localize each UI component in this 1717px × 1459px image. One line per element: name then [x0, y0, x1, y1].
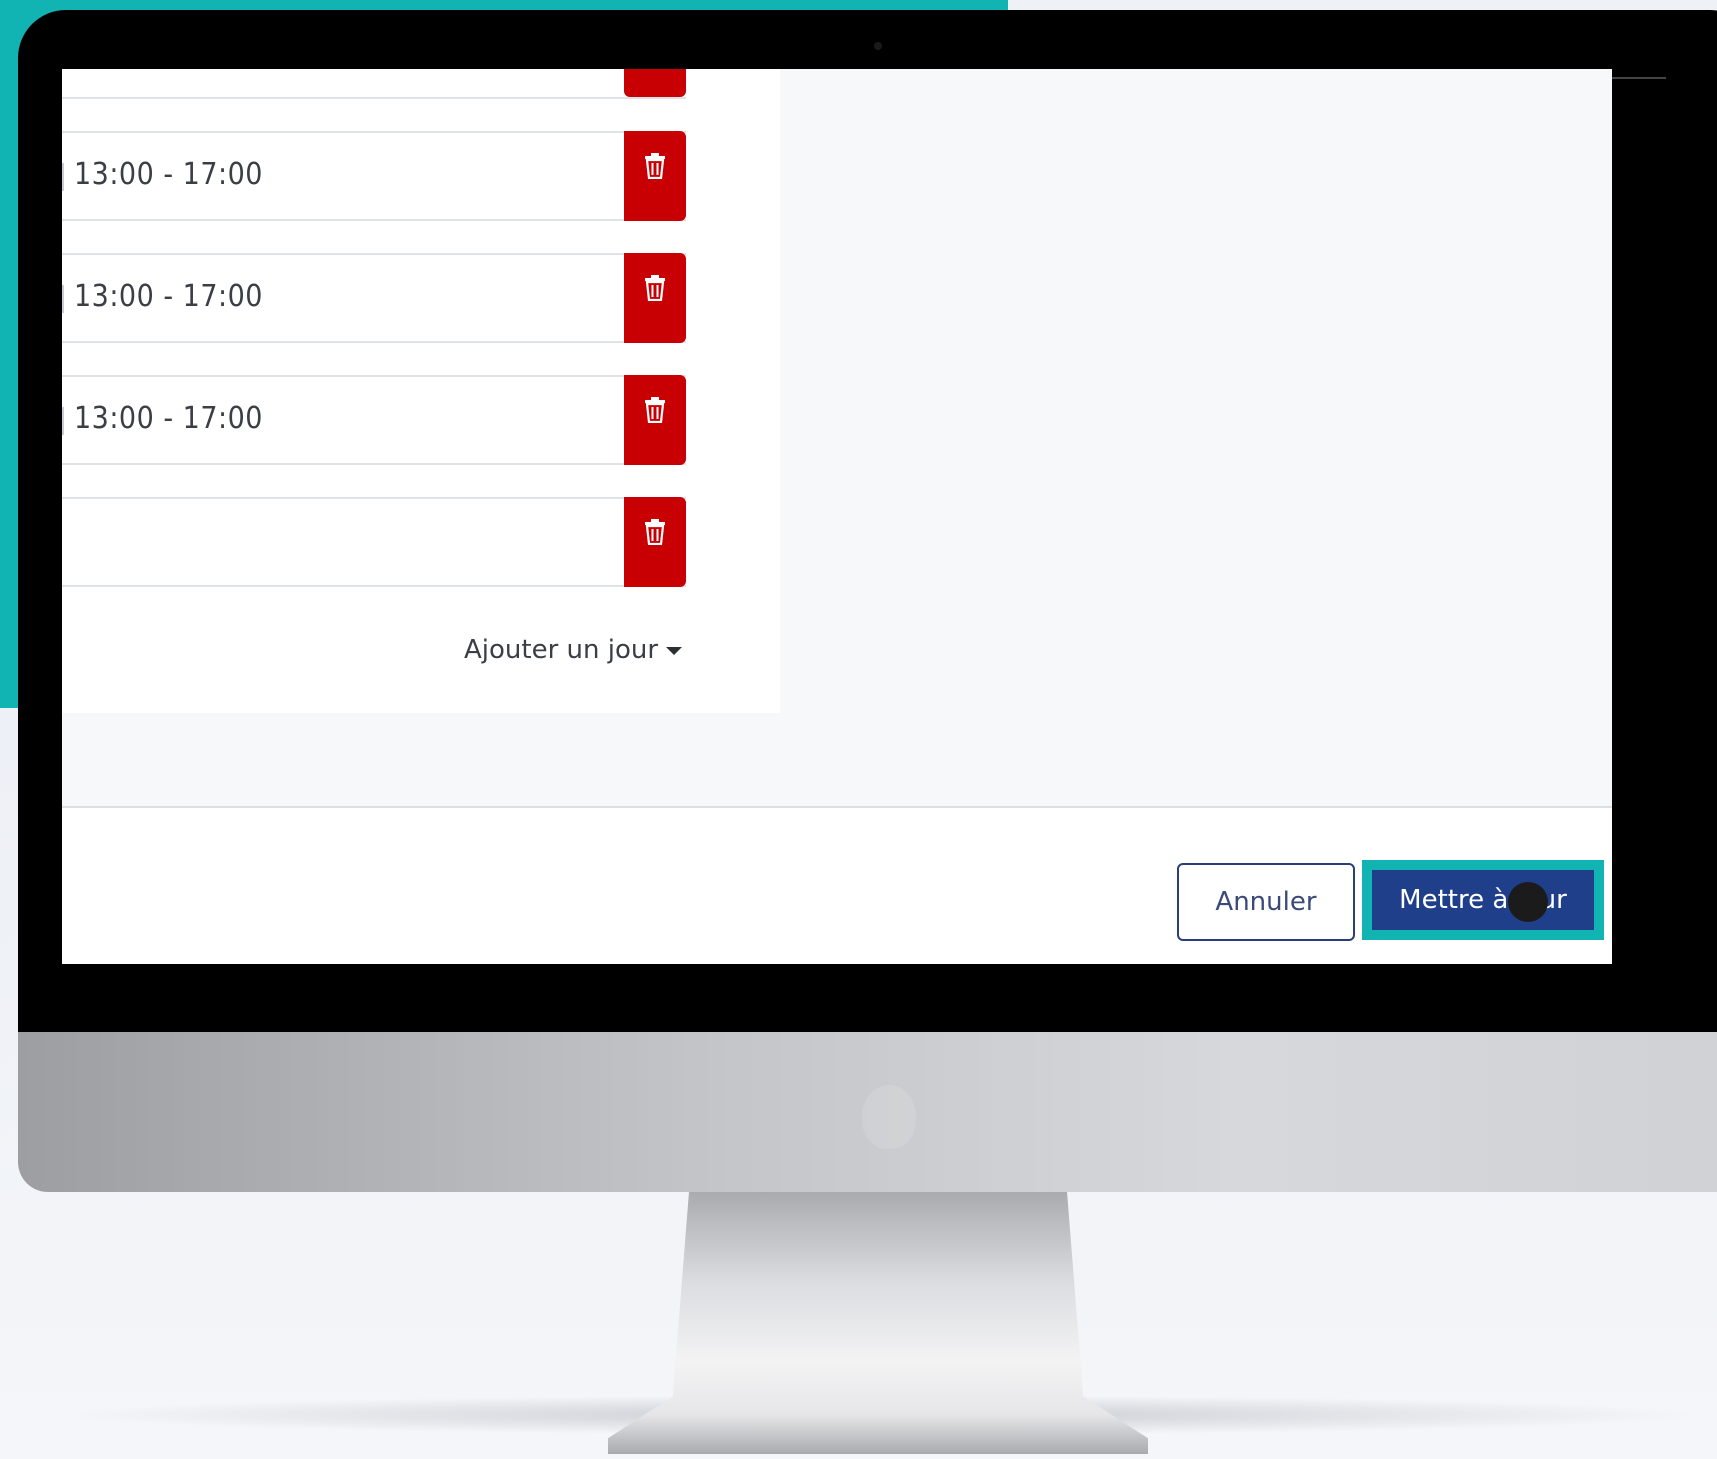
- caret-down-icon: [666, 647, 683, 655]
- schedule-row[interactable]: 13:00 - 17:00: [62, 253, 686, 343]
- screen-edge-line: [1612, 77, 1666, 79]
- trash-icon: [645, 275, 665, 301]
- time-range: 13:00 - 17:00: [62, 279, 263, 314]
- add-day-label: Ajouter un jour: [464, 635, 659, 665]
- delete-button[interactable]: [624, 69, 686, 97]
- add-day-dropdown[interactable]: Ajouter un jour: [464, 635, 683, 665]
- form-footer: Annuler Mettre à jour: [62, 808, 1612, 964]
- delete-button[interactable]: [624, 131, 686, 221]
- time-range: 13:00 - 17:00: [62, 157, 263, 192]
- camera-icon: [874, 42, 882, 50]
- monitor-stand: [608, 1192, 1148, 1454]
- apple-logo-icon: [862, 1085, 916, 1149]
- help-icon[interactable]: [1508, 882, 1548, 922]
- update-button[interactable]: Mettre à jour: [1372, 870, 1594, 930]
- trash-icon: [645, 153, 665, 179]
- cancel-button[interactable]: Annuler: [1177, 863, 1355, 941]
- screen-edge: [1612, 69, 1672, 964]
- delete-button[interactable]: [624, 253, 686, 343]
- trash-icon: [645, 519, 665, 545]
- delete-button[interactable]: [624, 375, 686, 465]
- schedule-row[interactable]: [62, 497, 686, 587]
- app-screen: 13:00 - 17:00 13:00 - 17:00 13:00 - 17:0…: [62, 69, 1612, 964]
- time-range: 13:00 - 17:00: [62, 401, 263, 436]
- schedule-row[interactable]: 13:00 - 17:00: [62, 375, 686, 465]
- schedule-panel: 13:00 - 17:00 13:00 - 17:00 13:00 - 17:0…: [62, 69, 780, 713]
- delete-button[interactable]: [624, 497, 686, 587]
- schedule-row[interactable]: [62, 69, 686, 99]
- update-button-highlight: Mettre à jour: [1362, 860, 1604, 940]
- trash-icon: [645, 397, 665, 423]
- schedule-row[interactable]: 13:00 - 17:00: [62, 131, 686, 221]
